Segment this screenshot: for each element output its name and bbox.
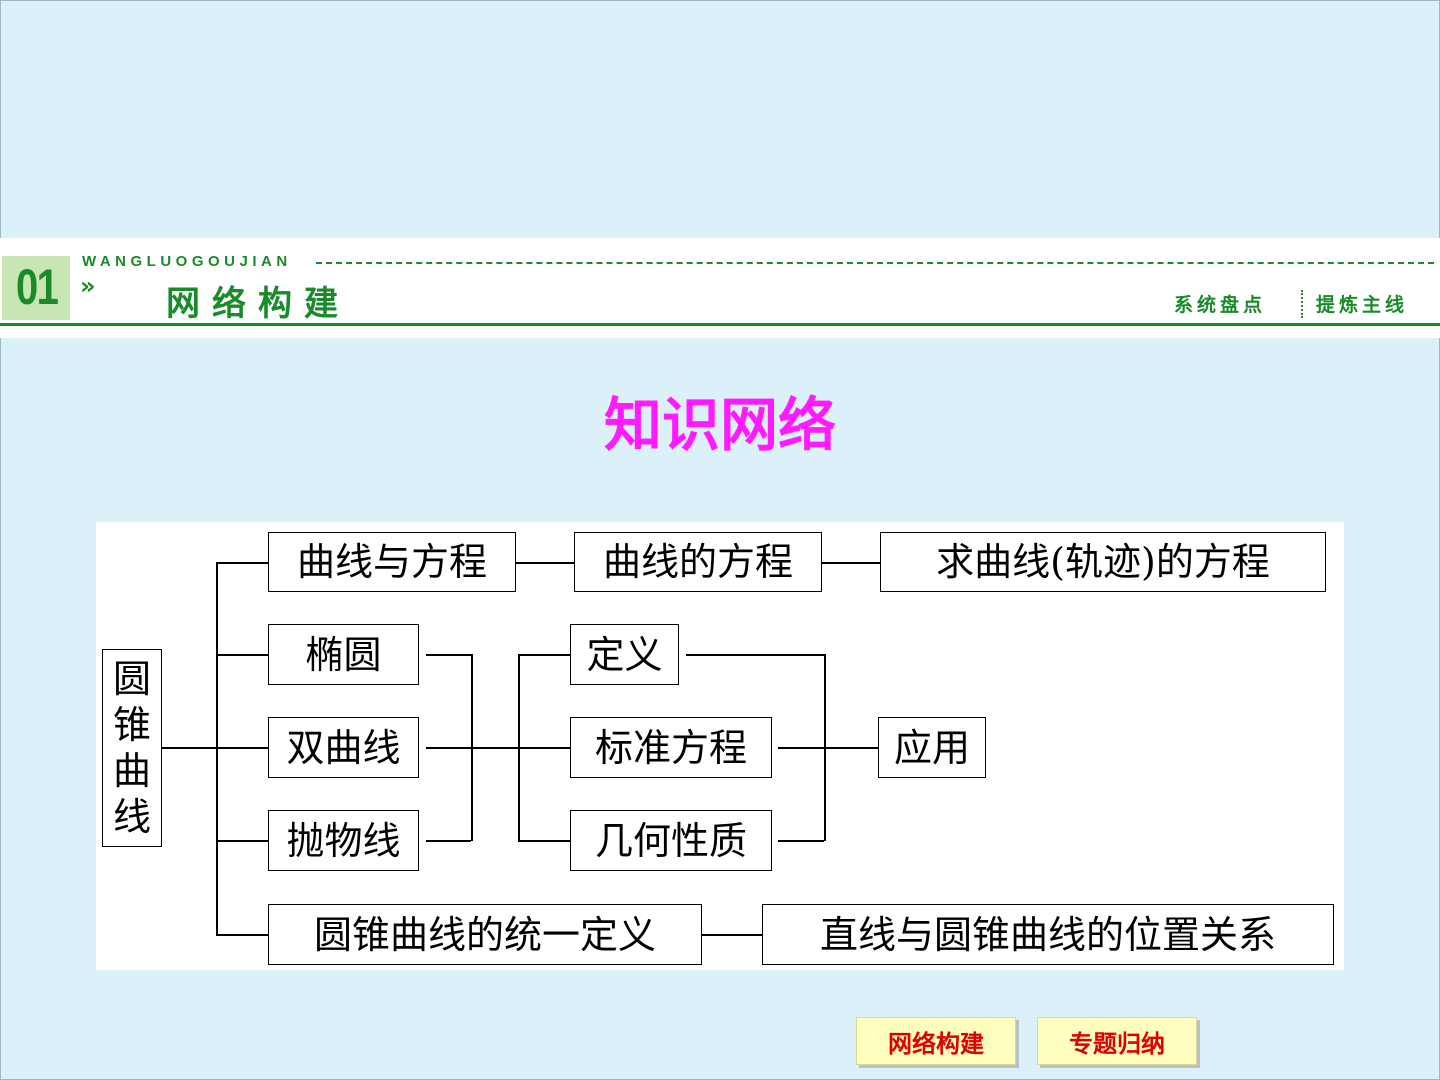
- tagline-right: 提炼主线: [1316, 294, 1409, 316]
- bracket-line: [518, 654, 520, 841]
- node-definition: 定义: [570, 624, 679, 685]
- page-title: 知识网络: [603, 391, 836, 459]
- nav-topic-summary-button[interactable]: 专题归纳: [1037, 1017, 1197, 1065]
- tagline-left: 系统盘点: [1174, 294, 1267, 316]
- node-geometric-properties: 几何性质: [570, 810, 772, 871]
- node-label: 曲线与方程: [296, 540, 487, 584]
- connector: [778, 747, 824, 749]
- connector: [518, 654, 570, 656]
- node-label: 应用: [893, 725, 970, 770]
- connector: [516, 562, 574, 564]
- connector: [216, 934, 268, 936]
- node-ellipse: 椭圆: [268, 624, 419, 685]
- connector: [778, 840, 824, 842]
- connector: [426, 747, 570, 749]
- connector: [216, 562, 268, 564]
- node-standard-equation: 标准方程: [570, 717, 772, 778]
- connector: [686, 654, 824, 656]
- node-hyperbola: 双曲线: [268, 717, 419, 778]
- node-root: 圆 锥 曲 线: [102, 649, 162, 847]
- section-number-badge: 01: [2, 256, 70, 320]
- root-char: 锥: [112, 703, 151, 747]
- node-label: 圆锥曲线的统一定义: [313, 912, 656, 957]
- connector: [824, 747, 878, 749]
- connector: [216, 654, 268, 656]
- node-label: 定义: [586, 632, 663, 677]
- node-find-trajectory-equation: 求曲线(轨迹)的方程: [880, 532, 1326, 592]
- node-label: 抛物线: [286, 818, 401, 863]
- node-line-conic-relation: 直线与圆锥曲线的位置关系: [762, 904, 1334, 965]
- connector: [518, 840, 570, 842]
- connector: [426, 840, 471, 842]
- section-title: 网络构建: [166, 284, 350, 324]
- section-pinyin: WANGLUOGOUJIAN: [82, 253, 292, 270]
- section-number: 01: [16, 259, 59, 315]
- node-label: 几何性质: [594, 818, 747, 863]
- node-label: 直线与圆锥曲线的位置关系: [819, 912, 1276, 957]
- root-char: 圆: [112, 657, 151, 701]
- node-parabola: 抛物线: [268, 810, 419, 871]
- connector: [216, 840, 268, 842]
- header-rule: [0, 323, 1440, 326]
- node-unified-definition: 圆锥曲线的统一定义: [268, 904, 702, 965]
- chevron-icon: »: [80, 272, 96, 300]
- node-curve-equation: 曲线的方程: [574, 532, 822, 592]
- root-char: 曲: [112, 749, 151, 793]
- tagline-separator: [1301, 290, 1303, 318]
- knowledge-map: 圆 锥 曲 线 曲线与方程 曲线的方程 求曲线(轨迹)的方程 椭圆 双曲线 抛物…: [96, 522, 1344, 970]
- node-label: 曲线的方程: [602, 540, 793, 584]
- dashed-divider: [316, 262, 1434, 264]
- connector: [162, 747, 216, 749]
- node-label: 双曲线: [286, 725, 401, 770]
- node-curve-and-equation: 曲线与方程: [268, 532, 516, 592]
- connector: [822, 562, 880, 564]
- node-label: 求曲线(轨迹)的方程: [936, 540, 1270, 584]
- node-label: 椭圆: [305, 632, 382, 677]
- connector: [216, 747, 268, 749]
- connector: [702, 934, 762, 936]
- root-char: 线: [112, 795, 151, 839]
- node-application: 应用: [878, 717, 986, 778]
- node-label: 标准方程: [594, 725, 747, 770]
- nav-network-build-button[interactable]: 网络构建: [856, 1017, 1016, 1065]
- connector: [426, 654, 471, 656]
